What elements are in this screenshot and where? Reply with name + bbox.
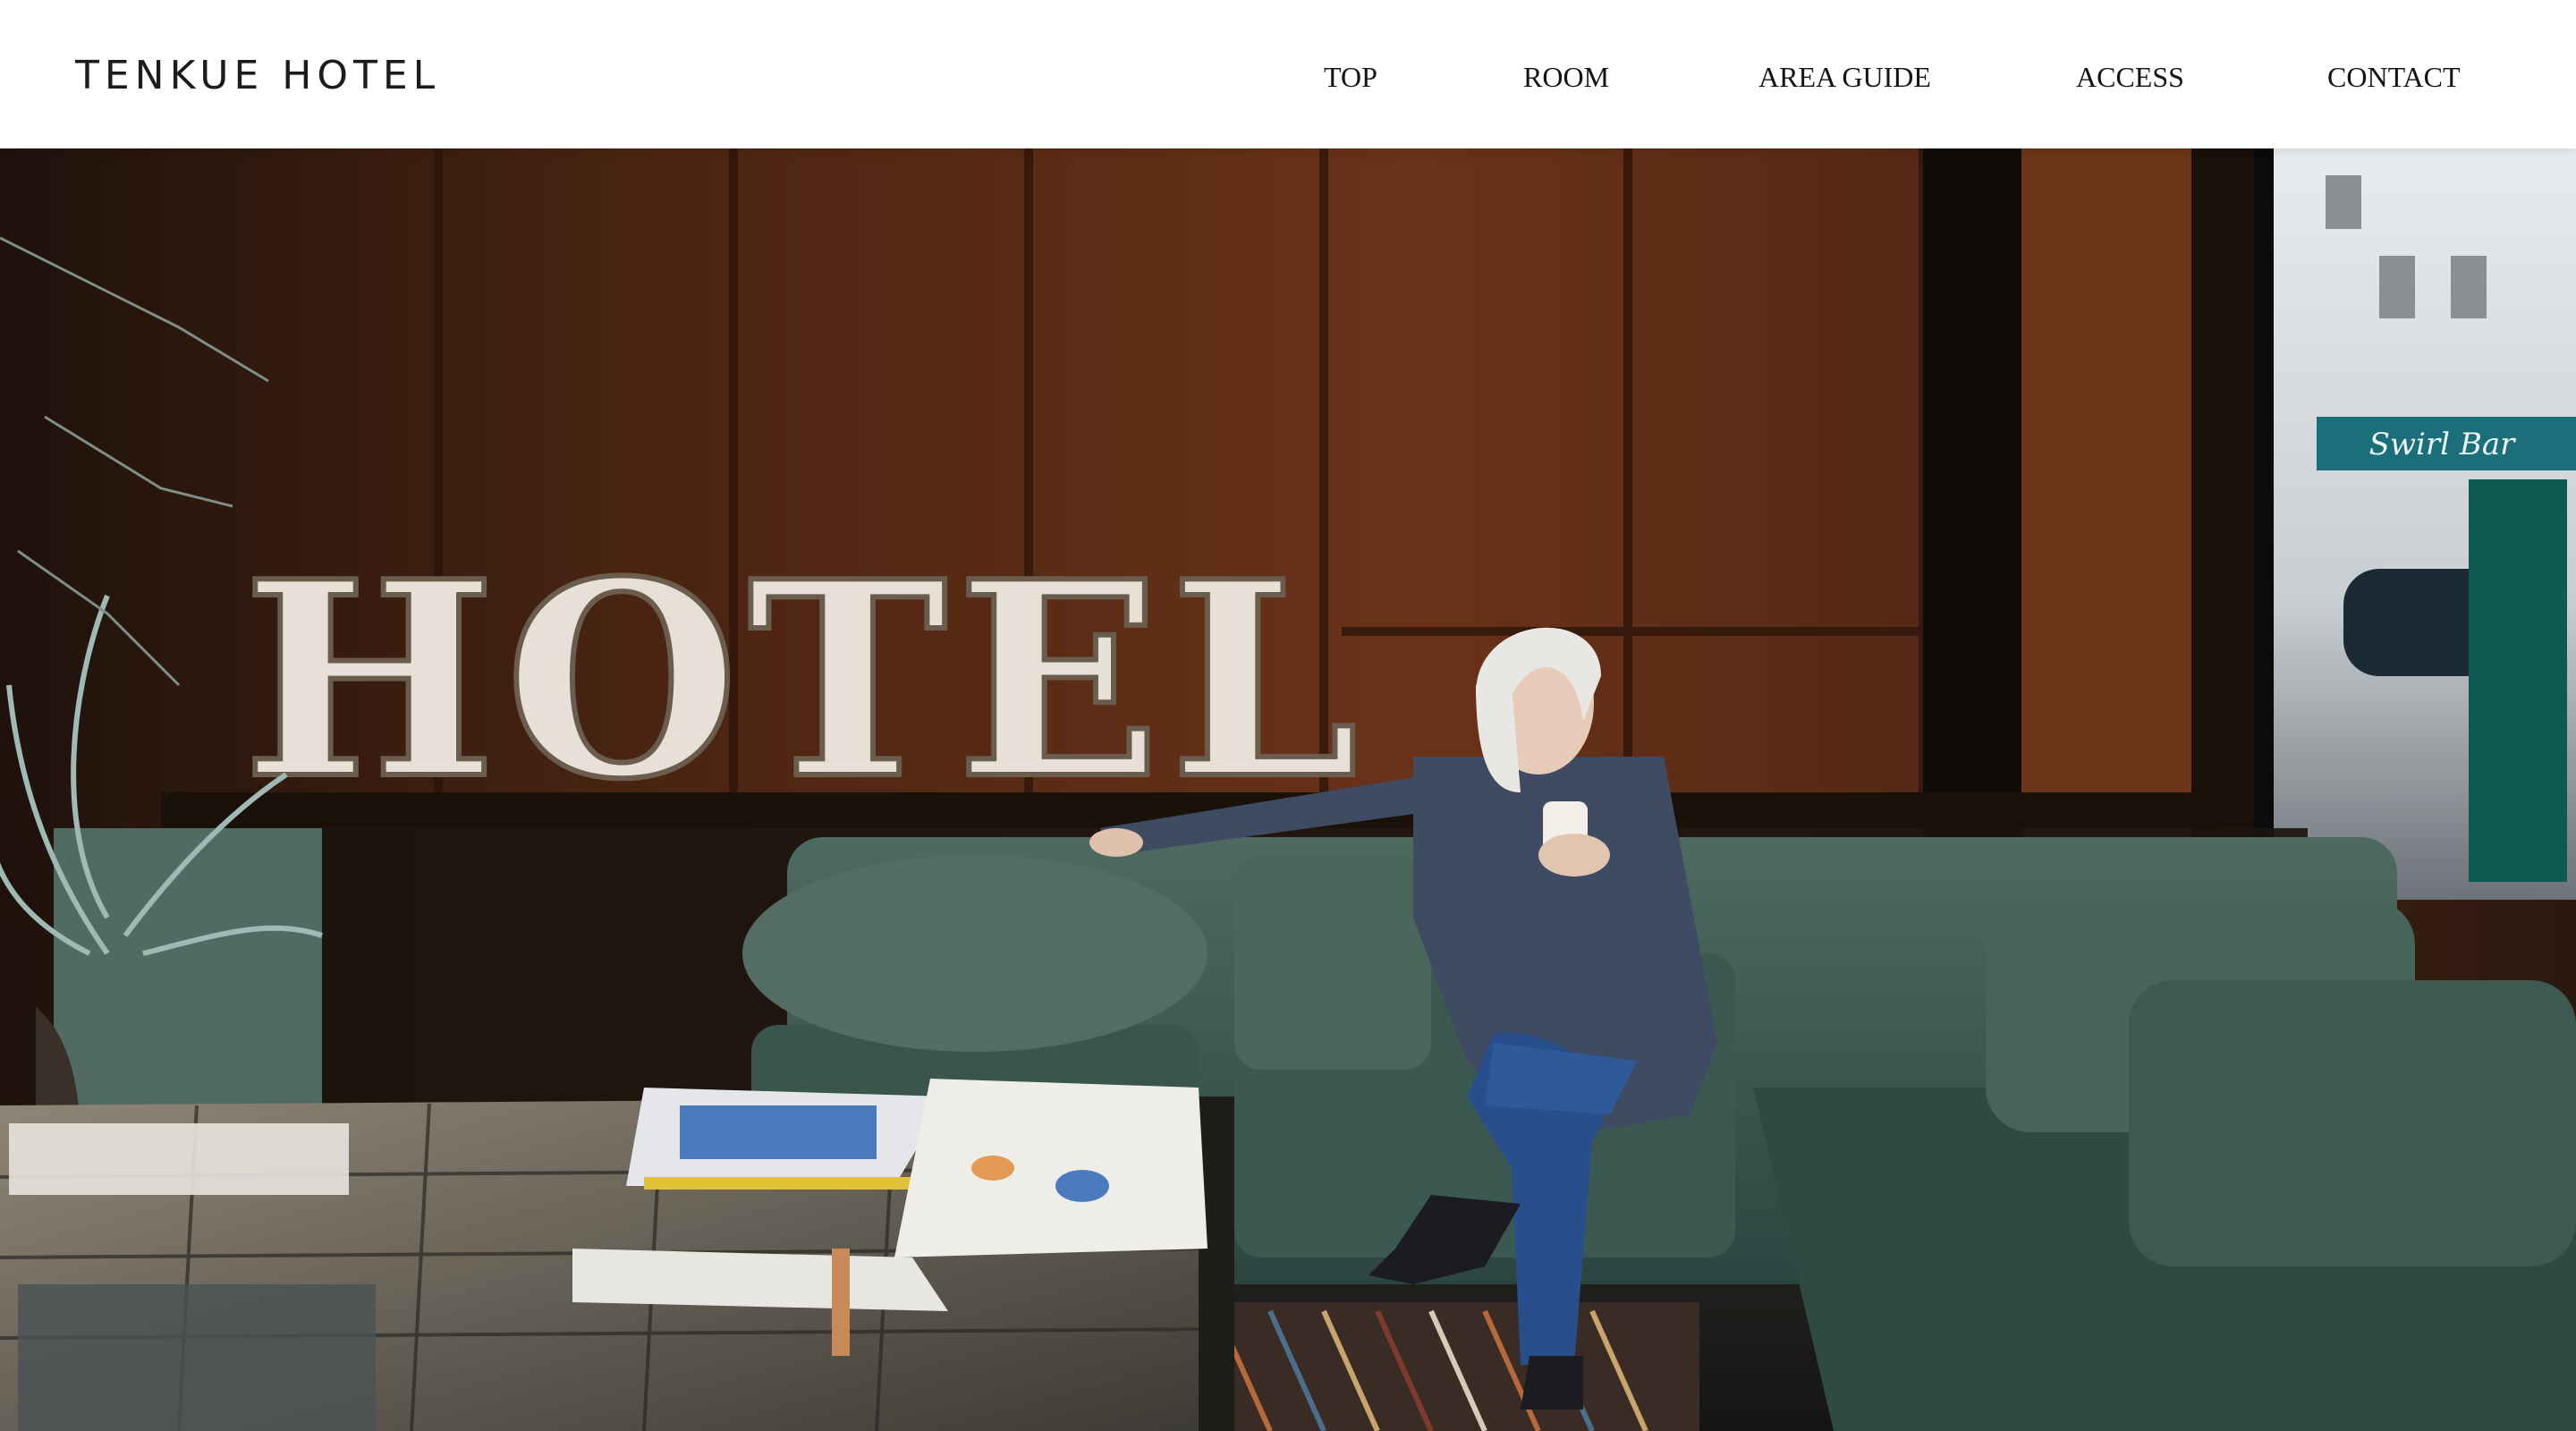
hero-photo-illustration: Swirl Bar HOTEL (0, 148, 2576, 1431)
striped-rug (1199, 1302, 1699, 1431)
nav-room[interactable]: ROOM (1523, 57, 1609, 97)
nav-area-guide[interactable]: AREA GUIDE (1758, 57, 1931, 97)
nav-top[interactable]: TOP (1324, 57, 1377, 97)
nav-access[interactable]: ACCESS (2076, 57, 2184, 97)
storefront-sign-text: Swirl Bar (2369, 427, 2516, 462)
site-header: TENKUE HOTEL TOP ROOM AREA GUIDE ACCESS … (0, 0, 2576, 148)
hero-image: Swirl Bar HOTEL (0, 148, 2576, 1431)
hotel-marquee-sign: HOTEL (240, 520, 1368, 841)
green-kiosk (2469, 479, 2567, 882)
wood-column (2021, 148, 2191, 864)
nav-contact[interactable]: CONTACT (2327, 57, 2461, 97)
site-logo[interactable]: TENKUE HOTEL (75, 49, 440, 103)
hotel-sign-letters: HOTEL (242, 522, 1368, 838)
metal-tray (18, 1284, 376, 1431)
window-pillar (1923, 148, 2021, 864)
